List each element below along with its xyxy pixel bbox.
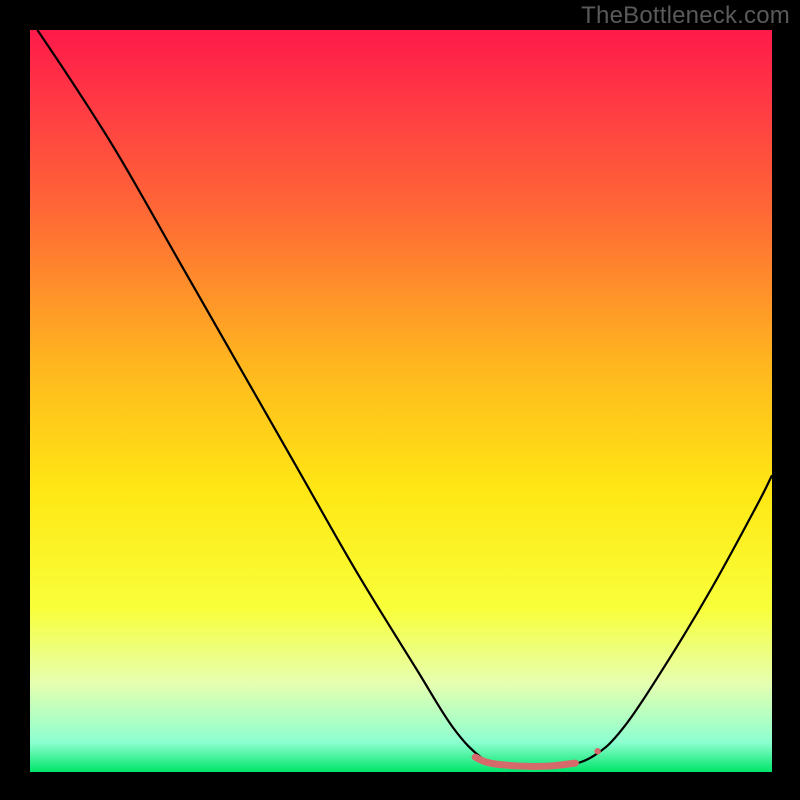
series-optimum-marker-end-dot [594, 748, 600, 754]
chart-plot-area [30, 30, 772, 772]
chart-svg [30, 30, 772, 772]
gradient-background [30, 30, 772, 772]
chart-frame: TheBottleneck.com [0, 0, 800, 800]
watermark-text: TheBottleneck.com [581, 2, 790, 30]
